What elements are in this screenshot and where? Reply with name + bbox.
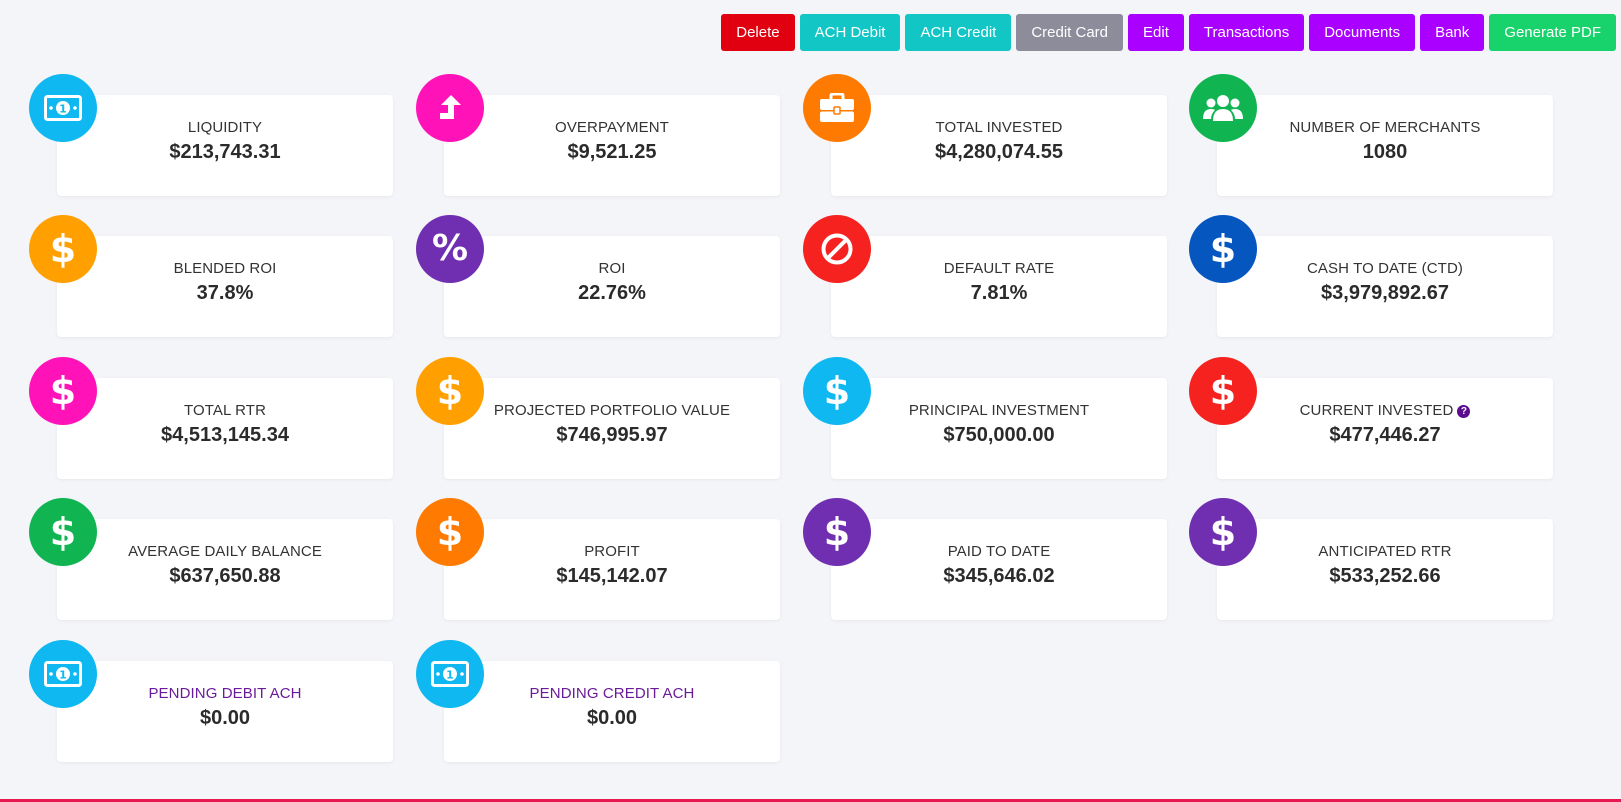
stat-label: LIQUIDITY [57, 119, 393, 136]
svg-text:1: 1 [59, 669, 67, 682]
stat-label-text: PENDING CREDIT ACH [529, 685, 695, 702]
dollar-icon: $ [416, 498, 484, 566]
stat-value: $4,513,145.34 [161, 424, 289, 446]
money-bill-icon: 1 [416, 640, 484, 708]
stat-label: ANTICIPATED RTR [1217, 543, 1553, 560]
stat-label-text: DEFAULT RATE [943, 260, 1055, 277]
stat-card-projected-portfolio-value: PROJECTED PORTFOLIO VALUE $746,995.97 [444, 378, 780, 479]
stat-card-default-rate: DEFAULT RATE 7.81% [831, 236, 1167, 337]
stat-label: CURRENT INVESTED? [1217, 402, 1553, 419]
stat-card-anticipated-rtr: ANTICIPATED RTR $533,252.66 [1217, 519, 1553, 620]
dollar-icon: $ [803, 357, 871, 425]
stat-label: TOTAL INVESTED [831, 119, 1167, 136]
stat-card-number-of-merchants: NUMBER OF MERCHANTS 1080 [1217, 95, 1553, 196]
dollar-icon: $ [1189, 357, 1257, 425]
stat-card-principal-investment: PRINCIPAL INVESTMENT $750,000.00 [831, 378, 1167, 479]
stat-value: $145,142.07 [556, 565, 668, 587]
stats-grid: LIQUIDITY $213,743.31 1 OVERPAYMENT $9,521.2… [0, 0, 1621, 802]
stat-value: $750,000.00 [943, 424, 1055, 446]
stat-value: $746,995.97 [556, 424, 668, 446]
stat-card-profit: PROFIT $145,142.07 [444, 519, 780, 620]
stat-card-pending-debit-ach: PENDING DEBIT ACH $0.00 [57, 661, 393, 762]
stat-value: $3,979,892.67 [1321, 282, 1449, 304]
stat-value: $345,646.02 [943, 565, 1055, 587]
stat-label: PAID TO DATE [831, 543, 1167, 560]
percent-icon: % [416, 215, 484, 283]
stat-label: NUMBER OF MERCHANTS [1217, 119, 1553, 136]
stat-label: PENDING DEBIT ACH [57, 685, 393, 702]
stat-label-text: OVERPAYMENT [555, 119, 669, 136]
stat-value: $213,743.31 [169, 141, 281, 163]
stat-value: 7.81% [970, 282, 1028, 304]
stat-label: CASH TO DATE (CTD) [1217, 260, 1553, 277]
stat-label-text: BLENDED ROI [173, 260, 277, 277]
stat-value: 22.76% [578, 282, 646, 304]
stat-label-text: PROFIT [584, 543, 640, 560]
stat-card-pending-credit-ach: PENDING CREDIT ACH $0.00 [444, 661, 780, 762]
stat-label-text: PAID TO DATE [947, 543, 1051, 560]
dollar-icon: $ [416, 357, 484, 425]
stat-value: $0.00 [586, 707, 638, 729]
stat-label: OVERPAYMENT [444, 119, 780, 136]
stat-card-roi: ROI 22.76% [444, 236, 780, 337]
briefcase-icon [803, 74, 871, 142]
stat-label: PRINCIPAL INVESTMENT [831, 402, 1167, 419]
dollar-icon: $ [29, 215, 97, 283]
stat-label-text: ANTICIPATED RTR [1318, 543, 1452, 560]
stat-label-text: PENDING DEBIT ACH [148, 685, 302, 702]
stat-card-cash-to-date-ctd: CASH TO DATE (CTD) $3,979,892.67 [1217, 236, 1553, 337]
ban-icon [803, 215, 871, 283]
stat-label: TOTAL RTR [57, 402, 393, 419]
stat-value: $477,446.27 [1329, 424, 1441, 446]
dollar-icon: $ [1189, 498, 1257, 566]
stat-label: AVERAGE DAILY BALANCE [57, 543, 393, 560]
stat-label-text: CURRENT INVESTED [1299, 402, 1454, 419]
stat-value: $533,252.66 [1329, 565, 1441, 587]
stat-value: $4,280,074.55 [935, 141, 1063, 163]
users-icon [1189, 74, 1257, 142]
svg-text:1: 1 [446, 669, 454, 682]
stat-label-text: TOTAL INVESTED [935, 119, 1063, 136]
stat-label: PROJECTED PORTFOLIO VALUE [444, 402, 780, 419]
stat-label-text: TOTAL RTR [183, 402, 267, 419]
dollar-icon: $ [29, 357, 97, 425]
dollar-icon: $ [803, 498, 871, 566]
stat-card-liquidity: LIQUIDITY $213,743.31 [57, 95, 393, 196]
dollar-icon: $ [1189, 215, 1257, 283]
stat-label-text: PRINCIPAL INVESTMENT [908, 402, 1090, 419]
svg-text:1: 1 [59, 103, 67, 116]
stat-label: PROFIT [444, 543, 780, 560]
arrow-up-icon [416, 74, 484, 142]
stat-value: 1080 [1362, 141, 1408, 163]
money-bill-icon: 1 [29, 640, 97, 708]
stat-value: $637,650.88 [169, 565, 281, 587]
stat-label-text: ROI [598, 260, 626, 277]
stat-value: $9,521.25 [567, 141, 657, 163]
stat-label-text: CASH TO DATE (CTD) [1307, 260, 1463, 277]
stat-card-blended-roi: BLENDED ROI 37.8% [57, 236, 393, 337]
stat-label-text: PROJECTED PORTFOLIO VALUE [493, 402, 731, 419]
dollar-icon: $ [29, 498, 97, 566]
stat-card-total-invested: TOTAL INVESTED $4,280,074.55 [831, 95, 1167, 196]
stat-label: BLENDED ROI [57, 260, 393, 277]
stat-value: 37.8% [196, 282, 254, 304]
stat-label: PENDING CREDIT ACH [444, 685, 780, 702]
money-bill-icon: 1 [29, 74, 97, 142]
stat-card-current-invested: CURRENT INVESTED? $477,446.27 [1217, 378, 1553, 479]
stat-card-overpayment: OVERPAYMENT $9,521.25 [444, 95, 780, 196]
stat-card-paid-to-date: PAID TO DATE $345,646.02 [831, 519, 1167, 620]
help-icon[interactable]: ? [1457, 405, 1471, 418]
stat-label: DEFAULT RATE [831, 260, 1167, 277]
stat-label-text: LIQUIDITY [187, 119, 263, 136]
stat-label: ROI [444, 260, 780, 277]
stat-label-text: NUMBER OF MERCHANTS [1289, 119, 1481, 136]
stat-card-average-daily-balance: AVERAGE DAILY BALANCE $637,650.88 [57, 519, 393, 620]
stat-label-text: AVERAGE DAILY BALANCE [128, 543, 322, 560]
stat-value: $0.00 [199, 707, 251, 729]
stat-card-total-rtr: TOTAL RTR $4,513,145.34 [57, 378, 393, 479]
